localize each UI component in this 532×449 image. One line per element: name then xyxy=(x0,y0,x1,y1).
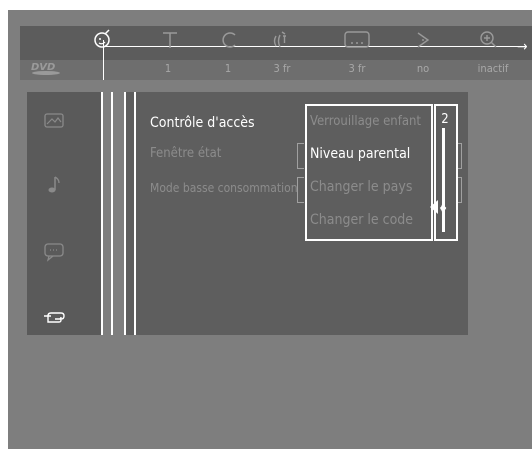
picture-icon[interactable] xyxy=(41,110,67,132)
angle-value: no xyxy=(416,62,430,75)
sidebar-divider xyxy=(111,92,113,335)
panel-divider xyxy=(134,92,136,335)
menu-item-status-window[interactable]: Fenêtre état xyxy=(150,146,221,162)
chapter-value: 1 xyxy=(224,62,232,75)
menu-item-access-control[interactable]: Contrôle d'accès xyxy=(150,115,255,131)
angle-icon[interactable] xyxy=(410,28,436,50)
submenu-item-child-lock[interactable]: Verrouillage enfant xyxy=(310,114,421,130)
music-note-icon[interactable] xyxy=(41,174,67,196)
level-marker-icon: ▲ ▼ xyxy=(440,201,447,216)
level-value: 2 xyxy=(441,112,449,127)
audio-value: 3 fr xyxy=(273,62,291,75)
level-pointer-icon xyxy=(430,200,438,214)
panel-divider xyxy=(124,92,126,335)
chapter-icon[interactable] xyxy=(216,28,242,50)
option-bracket xyxy=(297,143,304,169)
option-bracket xyxy=(297,177,304,203)
subtitle-face-icon[interactable] xyxy=(90,28,116,50)
zoom-value: inactif xyxy=(477,62,509,75)
dvd-logo: DVD xyxy=(29,60,65,76)
subtitle-value: 3 fr xyxy=(348,62,366,75)
hand-pointer-icon[interactable] xyxy=(41,306,67,328)
sidebar-divider xyxy=(101,92,103,335)
audio-icon[interactable] xyxy=(268,28,294,50)
title-icon[interactable] xyxy=(157,28,183,50)
submenu-item-change-country[interactable]: Changer le pays xyxy=(310,179,412,195)
title-value: 1 xyxy=(164,62,172,75)
level-slider-track[interactable] xyxy=(442,128,445,232)
speech-bubble-icon[interactable] xyxy=(41,240,67,262)
menu-item-low-power-mode[interactable]: Mode basse consommation xyxy=(150,180,298,196)
submenu-item-change-code[interactable]: Changer le code xyxy=(310,212,413,228)
arrow-right-icon: → xyxy=(517,39,528,55)
submenu-item-parental-level[interactable]: Niveau parental xyxy=(310,146,410,162)
subtitle-box-icon[interactable] xyxy=(342,28,370,50)
zoom-icon[interactable] xyxy=(476,28,502,50)
